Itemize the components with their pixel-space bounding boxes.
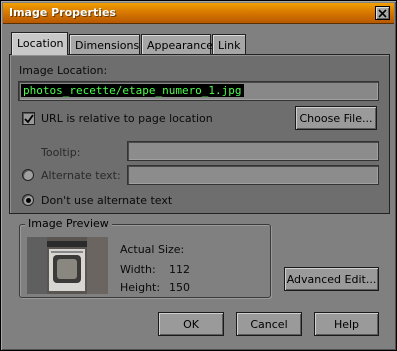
width-value: 112	[169, 263, 190, 276]
window-title: Image Properties	[9, 6, 116, 19]
relative-url-label: URL is relative to page location	[41, 112, 213, 125]
help-button[interactable]: Help	[314, 312, 379, 336]
location-tab-panel	[9, 54, 390, 214]
tab-link[interactable]: Link	[212, 34, 246, 55]
oven-photo-image	[27, 237, 108, 294]
no-alt-text-label: Don't use alternate text	[41, 194, 173, 207]
tab-dimensions[interactable]: Dimensions	[69, 34, 140, 55]
alternate-text-label: Alternate text:	[41, 169, 121, 182]
tab-link-label: Link	[218, 39, 241, 52]
tab-location-label: Location	[17, 37, 64, 50]
cancel-label: Cancel	[250, 317, 288, 331]
image-location-input[interactable]: photos_recette/etape_numero_1.jpg	[18, 81, 379, 101]
alternate-text-radio[interactable]	[22, 169, 34, 181]
tooltip-input[interactable]	[127, 141, 379, 161]
checkmark-icon	[23, 113, 34, 123]
no-alt-text-radio[interactable]	[22, 194, 34, 206]
tab-appearance-label: Appearance	[147, 39, 214, 52]
actual-size-label: Actual Size:	[120, 243, 185, 256]
image-location-label: Image Location:	[19, 64, 108, 77]
help-label: Help	[333, 317, 360, 331]
image-preview-thumbnail	[27, 237, 108, 294]
ok-button[interactable]: OK	[158, 312, 224, 336]
radio-selected-dot	[25, 197, 31, 203]
tab-location[interactable]: Location	[11, 32, 68, 55]
width-label: Width:	[120, 263, 156, 276]
alternate-text-input[interactable]	[127, 165, 379, 185]
image-location-value: photos_recette/etape_numero_1.jpg	[21, 84, 244, 97]
height-value: 150	[169, 281, 190, 294]
cancel-button[interactable]: Cancel	[236, 312, 302, 336]
choose-file-button[interactable]: Choose File...	[295, 106, 377, 130]
ok-label: OK	[183, 317, 199, 331]
tab-appearance[interactable]: Appearance	[141, 34, 214, 55]
relative-url-checkbox[interactable]	[22, 112, 35, 125]
choose-file-label: Choose File...	[299, 111, 373, 125]
close-button[interactable]	[375, 6, 390, 20]
height-label: Height:	[120, 281, 161, 294]
advanced-edit-label: Advanced Edit...	[286, 272, 377, 286]
tooltip-label: Tooltip:	[41, 146, 81, 159]
image-preview-title: Image Preview	[25, 217, 112, 230]
title-bar[interactable]: Image Properties	[3, 3, 394, 24]
tab-dimensions-label: Dimensions	[75, 39, 140, 52]
image-properties-dialog: Image Properties Location Dimensions App…	[0, 0, 397, 351]
close-icon	[378, 8, 387, 18]
advanced-edit-button[interactable]: Advanced Edit...	[284, 267, 379, 291]
